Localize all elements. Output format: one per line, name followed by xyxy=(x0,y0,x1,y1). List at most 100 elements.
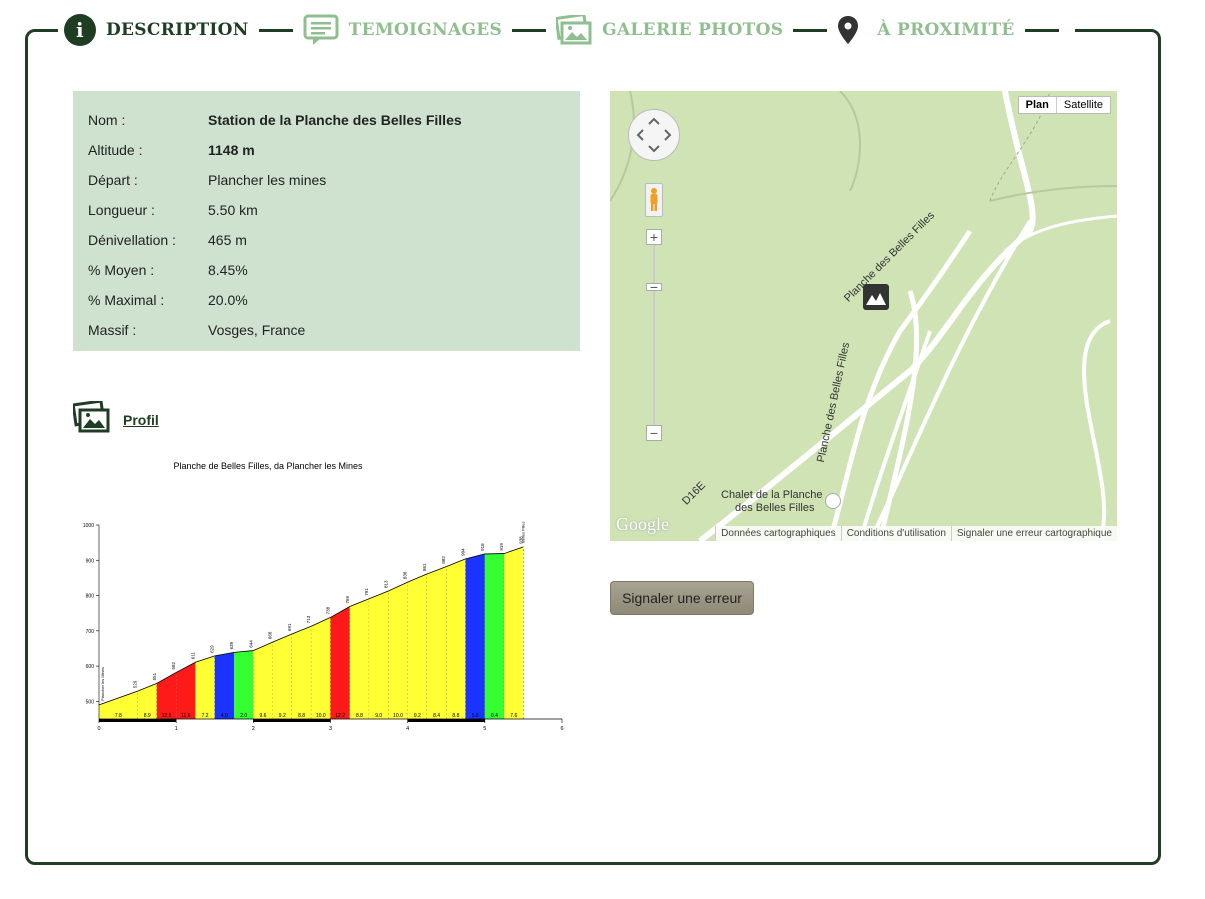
x-tick-label: 3 xyxy=(329,726,332,732)
segment-grade-label: 8.8 xyxy=(356,713,363,719)
elevation-label: 551 xyxy=(152,672,157,680)
segment-grade-label: 8.9 xyxy=(144,713,151,719)
tab-temoignages[interactable]: TEMOIGNAGES xyxy=(303,14,503,46)
profile-segment xyxy=(465,553,485,719)
elevation-profile-chart: Planche de Belles Filles, da Plancher le… xyxy=(83,461,564,732)
profil-link[interactable]: Profil xyxy=(123,412,159,428)
elevation-label: 791 xyxy=(364,588,369,596)
x-tick-label: 5 xyxy=(483,726,486,732)
y-tick-label: 800 xyxy=(86,594,95,600)
zoom-out-button[interactable]: − xyxy=(646,425,662,441)
profile-segment xyxy=(291,626,312,719)
elevation-label: 639 xyxy=(229,641,234,649)
segment-grade-label: 9.6 xyxy=(260,713,267,719)
elevation-label: 611 xyxy=(190,652,195,660)
profile-segment xyxy=(214,652,235,719)
google-logo: Google xyxy=(616,514,669,534)
profile-segment xyxy=(369,590,389,719)
zoom-slider-handle[interactable]: − xyxy=(646,280,662,294)
speech-bubble-icon xyxy=(303,14,339,46)
elevation-label: 769 xyxy=(345,595,350,603)
map-footer: Données cartographiques Conditions d'uti… xyxy=(715,526,1117,541)
map-terms-link[interactable]: Conditions d'utilisation xyxy=(840,526,951,541)
x-tick-label: 6 xyxy=(560,726,563,732)
x-tick-label: 1 xyxy=(175,726,178,732)
elevation-label: 582 xyxy=(171,661,176,669)
profile-segment xyxy=(484,553,505,719)
segment-grade-label: 9.2 xyxy=(414,713,421,719)
street-view-pegman-icon[interactable] xyxy=(645,183,663,217)
y-tick-label: 600 xyxy=(86,664,95,670)
segment-grade-label: 10.0 xyxy=(393,713,403,719)
elevation-label: 713 xyxy=(306,615,311,623)
segment-grade-label: 9.2 xyxy=(279,713,286,719)
elevation-label: 904 xyxy=(461,548,466,556)
elevation-label: 861 xyxy=(422,563,427,571)
segment-grade-label: 8.8 xyxy=(452,713,459,719)
info-value: Vosges, France xyxy=(208,322,306,338)
profile-segment xyxy=(407,574,427,719)
info-key: Longueur : xyxy=(88,202,155,218)
segment-grade-label: 11.6 xyxy=(181,713,191,719)
info-key: Altitude : xyxy=(88,142,143,158)
tab-description[interactable]: i DESCRIPTION xyxy=(64,14,249,46)
y-tick-label: 1000 xyxy=(83,523,94,529)
elevation-label: 738 xyxy=(326,606,331,614)
segment-grade-label: 7.8 xyxy=(115,713,122,719)
zoom-slider-track[interactable] xyxy=(653,241,655,431)
km-bar xyxy=(99,719,177,722)
map-type-satellite-button[interactable]: Satellite xyxy=(1057,97,1110,113)
info-value: 5.50 km xyxy=(208,202,258,218)
map-data-link[interactable]: Données cartographiques xyxy=(715,526,841,541)
profile-segment xyxy=(388,582,408,719)
info-key: Départ : xyxy=(88,172,138,188)
y-tick-label: 900 xyxy=(86,558,95,564)
photos-icon xyxy=(556,15,592,45)
x-tick-label: 0 xyxy=(97,726,100,732)
elevation-label: 813 xyxy=(383,580,388,588)
info-row-denivellation: Dénivellation : 465 m xyxy=(88,225,580,255)
info-row-massif: Massif : Vosges, France xyxy=(88,315,580,345)
info-key: Dénivellation : xyxy=(88,232,176,248)
elevation-label: 529 xyxy=(133,680,138,688)
tab-a-proximite-label: À PROXIMITÉ xyxy=(877,20,1015,40)
segment-grade-label: 8.4 xyxy=(433,713,440,719)
map-report-link[interactable]: Signaler une erreur cartographique xyxy=(950,526,1117,541)
map-poi-label: Chalet de la Planche xyxy=(721,489,823,501)
profile-segment xyxy=(234,650,254,719)
tab-temoignages-label: TEMOIGNAGES xyxy=(348,20,503,40)
chart-title: Planche de Belles Filles, da Plancher le… xyxy=(173,461,363,471)
profile-segment xyxy=(272,633,292,719)
zoom-in-button[interactable]: + xyxy=(646,229,662,245)
elevation-label: 644 xyxy=(248,640,253,648)
segment-grade-label: 7.6 xyxy=(510,713,517,719)
km-bar xyxy=(407,719,485,722)
lodging-icon[interactable] xyxy=(825,493,841,509)
photos-icon xyxy=(71,399,111,438)
x-tick-label: 4 xyxy=(406,726,409,732)
tab-separator xyxy=(1024,28,1059,32)
info-key: % Moyen : xyxy=(88,262,155,278)
profile-segment xyxy=(330,606,350,719)
map-widget[interactable]: Planche des Belles Filles Planche des Be… xyxy=(610,91,1117,541)
info-table: Nom : Station de la Planche des Belles Fi… xyxy=(73,91,580,351)
info-row-nom: Nom : Station de la Planche des Belles Fi… xyxy=(88,105,580,135)
tab-a-proximite[interactable]: À PROXIMITÉ xyxy=(837,15,1014,45)
tab-galerie-photos[interactable]: GALERIE PHOTOS xyxy=(556,15,783,45)
info-row-maximal: % Maximal : 20.0% xyxy=(88,285,580,315)
pan-control[interactable] xyxy=(628,109,680,161)
info-row-altitude: Altitude : 1148 m xyxy=(88,135,580,165)
map-poi-label: des Belles Filles xyxy=(735,502,815,514)
km-bar xyxy=(253,719,331,722)
profile-segment xyxy=(311,617,331,719)
info-value: Station de la Planche des Belles Filles xyxy=(208,112,462,128)
map-pin-icon xyxy=(837,15,859,45)
segment-grade-label: 7.2 xyxy=(202,713,209,719)
profile-segment xyxy=(426,566,447,719)
info-key: Massif : xyxy=(88,322,137,338)
elevation-label: 668 xyxy=(268,631,273,639)
map-roads xyxy=(610,91,1117,541)
map-type-plan-button[interactable]: Plan xyxy=(1019,97,1057,113)
report-error-button[interactable]: Signaler une erreur xyxy=(610,581,754,615)
tab-description-label: DESCRIPTION xyxy=(106,20,249,40)
